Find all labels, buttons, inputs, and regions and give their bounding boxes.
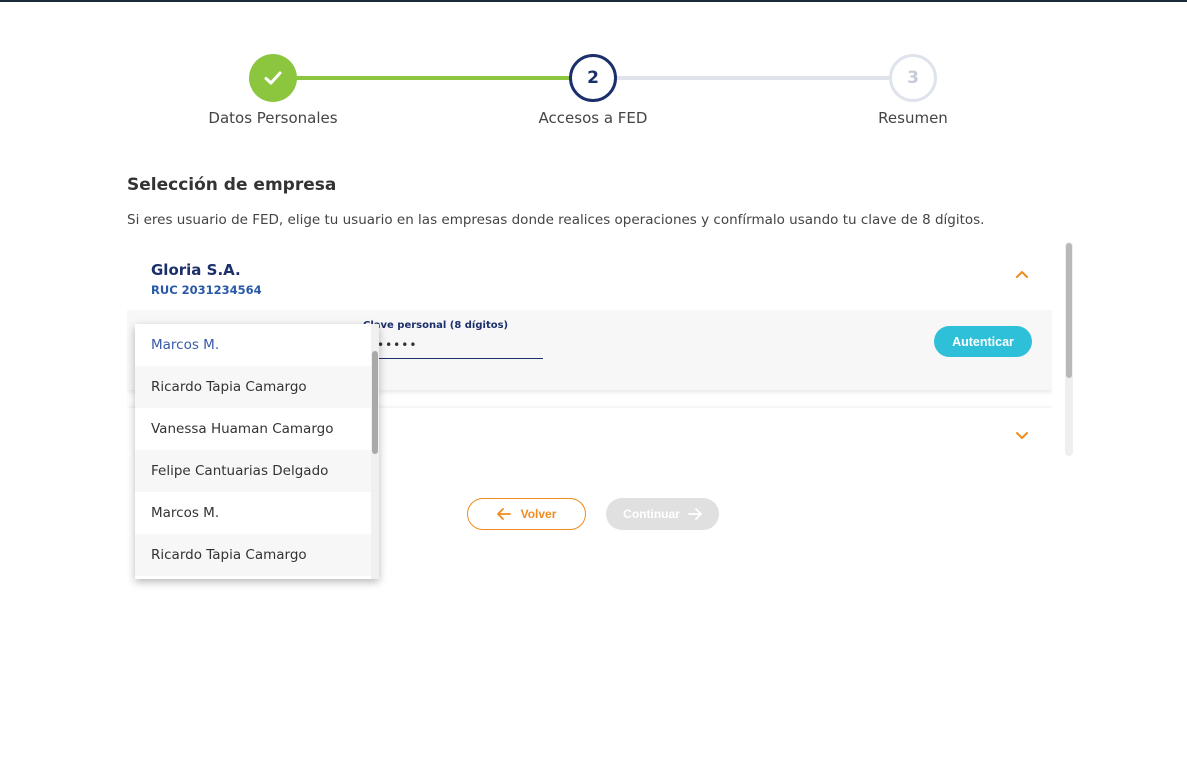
top-border [0, 0, 1187, 2]
chevron-up-icon[interactable] [1014, 267, 1030, 283]
password-label: Clave personal (8 dígitos) [363, 320, 509, 331]
company-list-scrollbar-thumb[interactable] [1066, 243, 1072, 378]
step-1-circle [249, 54, 297, 102]
arrow-left-icon [496, 508, 511, 520]
password-underline [363, 358, 543, 359]
step-2-circle: 2 [569, 54, 617, 102]
dropdown-scrollbar-thumb[interactable] [372, 351, 378, 454]
step-3-label: Resumen [878, 109, 948, 127]
continue-button[interactable]: Continuar [606, 498, 719, 530]
back-button-label: Volver [520, 507, 557, 521]
dropdown-option[interactable]: Marcos M. [135, 324, 371, 366]
step-1-label: Datos Personales [208, 109, 338, 127]
authenticate-button[interactable]: Autenticar [934, 326, 1032, 357]
checkmark-icon [264, 71, 282, 85]
arrow-right-icon [687, 508, 702, 520]
section-description: Si eres usuario de FED, elige tu usuario… [127, 212, 985, 228]
company-name: Gloria S.A. [151, 261, 241, 279]
stepper-progress-line [296, 76, 570, 80]
step-2-label: Accesos a FED [538, 109, 648, 127]
dropdown-option[interactable]: Ricardo Tapia Camargo [135, 366, 371, 408]
back-button[interactable]: Volver [467, 498, 586, 530]
stepper-pending-line [616, 76, 890, 80]
dropdown-option[interactable]: Ricardo Tapia Camargo [135, 534, 371, 576]
user-dropdown-menu: Marcos M. Ricardo Tapia Camargo Vanessa … [135, 324, 379, 579]
continue-button-label: Continuar [623, 507, 680, 521]
dropdown-option[interactable]: Marcos M. [135, 492, 371, 534]
company-ruc: RUC 2031234564 [151, 283, 262, 297]
dropdown-option[interactable]: Felipe Cantuarias Delgado [135, 450, 371, 492]
section-title: Selección de empresa [127, 175, 337, 195]
chevron-down-icon[interactable] [1014, 427, 1030, 443]
password-input[interactable]: ••••• [377, 338, 417, 352]
dropdown-option[interactable]: Vanessa Huaman Camargo [135, 408, 371, 450]
step-3-circle: 3 [889, 54, 937, 102]
